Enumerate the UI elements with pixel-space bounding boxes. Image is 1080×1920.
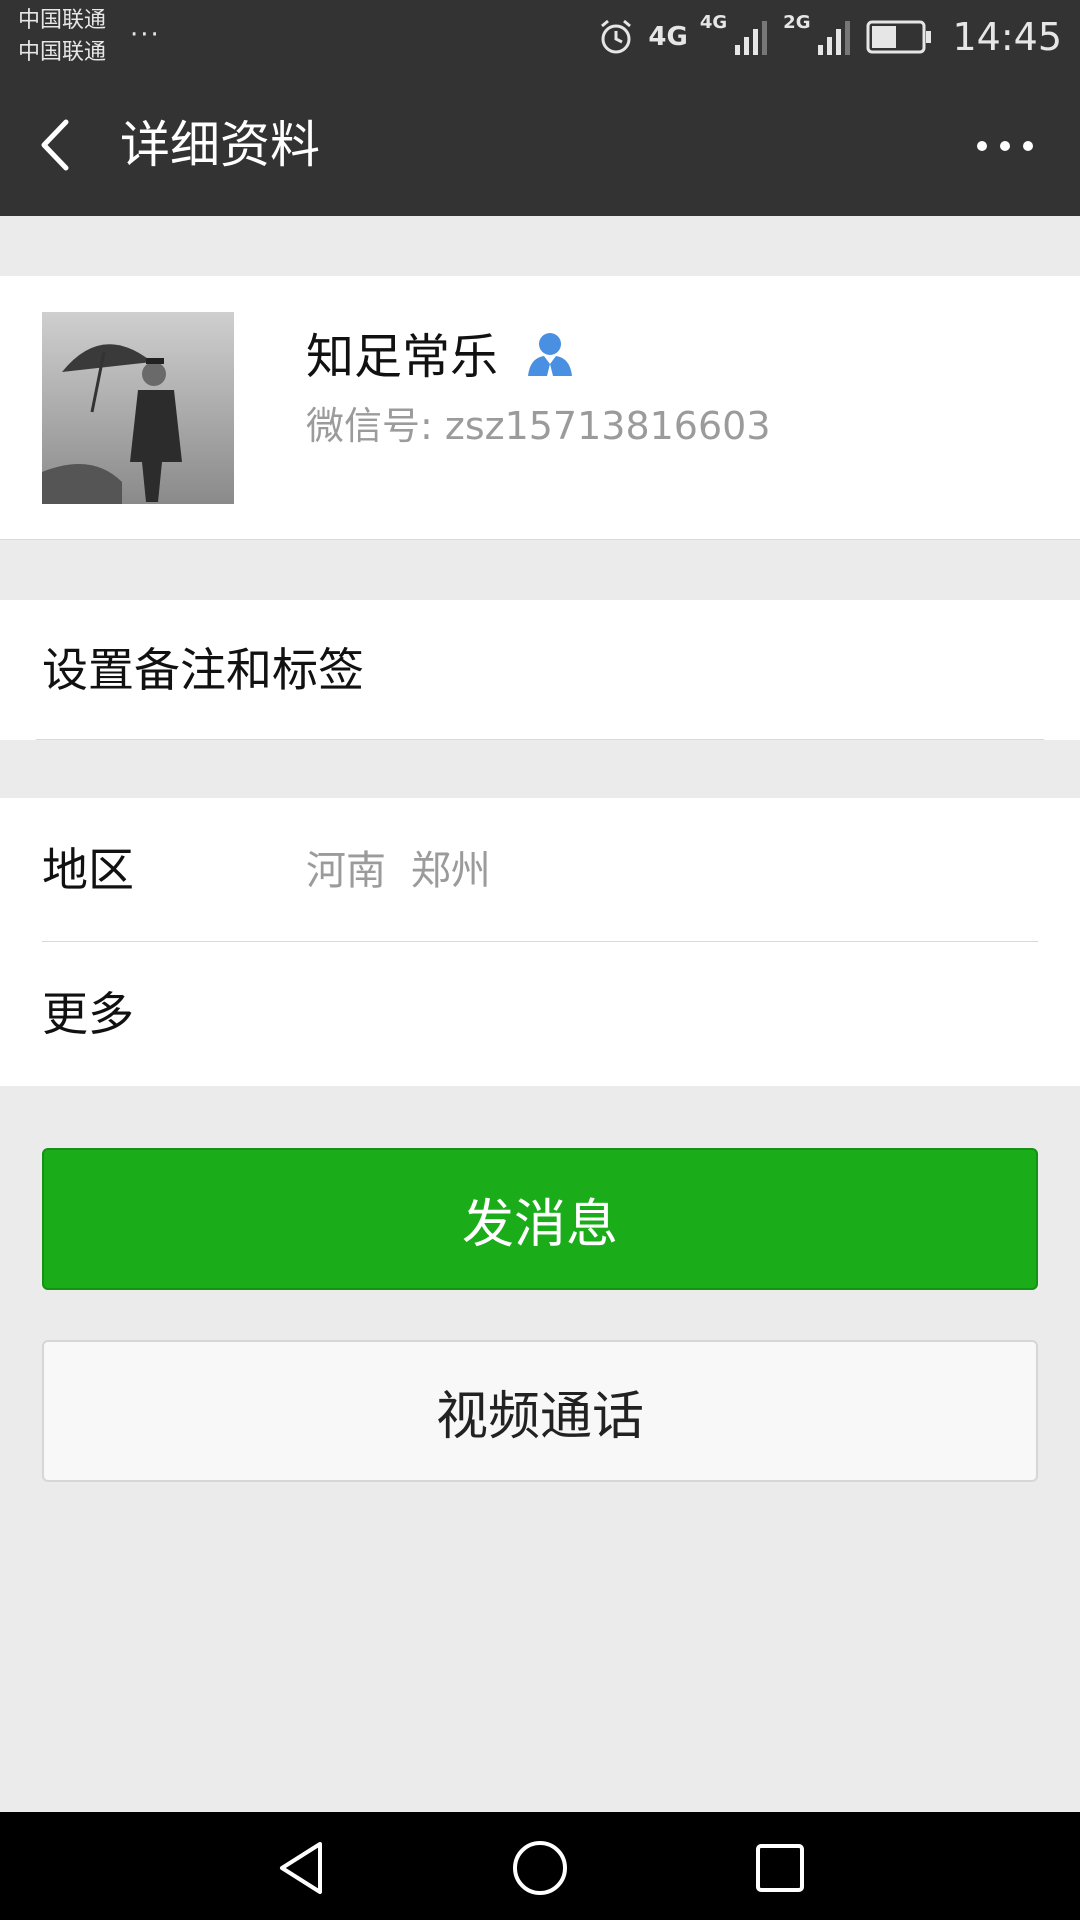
- avatar-photo: [42, 312, 234, 504]
- profile-card[interactable]: 知足常乐 微信号: zsz15713816603: [0, 276, 1080, 540]
- battery-icon: [866, 20, 932, 54]
- status-icons: 4G 4G 2G 14:45: [596, 0, 1062, 74]
- more-row[interactable]: 更多: [0, 942, 1080, 1085]
- status-more-indicator: ···: [130, 20, 161, 50]
- more-horizontal-icon[interactable]: [970, 118, 1040, 174]
- divider: [36, 739, 1044, 740]
- alarm-icon: [601, 19, 632, 54]
- divider: [0, 539, 1080, 540]
- send-message-button[interactable]: 发消息: [42, 1148, 1038, 1290]
- carrier-1: 中国联通: [18, 8, 107, 33]
- set-remark-row[interactable]: 设置备注和标签: [0, 600, 1080, 740]
- signal-icon: [735, 21, 768, 55]
- signal-icon-2: [818, 21, 851, 55]
- person-icon: [528, 333, 572, 376]
- set-remark-label: 设置备注和标签: [42, 643, 364, 697]
- info-section: 地区 河南 郑州 更多: [0, 798, 1080, 1086]
- region-label: 地区: [42, 843, 134, 897]
- network-2g-label: 2G: [783, 12, 811, 33]
- region-row: 地区 河南 郑州: [0, 798, 1080, 941]
- wechat-id: 微信号: zsz15713816603: [306, 404, 771, 448]
- page-title: 详细资料: [120, 116, 320, 174]
- carrier-2: 中国联通: [18, 40, 107, 65]
- region-value: 河南 郑州: [306, 848, 491, 894]
- system-navigation-bar: [0, 1812, 1080, 1920]
- video-call-button[interactable]: 视频通话: [42, 1340, 1038, 1482]
- status-bar: 中国联通 中国联通 ··· 4G 4G 2G 14:45: [0, 0, 1080, 74]
- back-triangle-icon[interactable]: [272, 1838, 332, 1898]
- nav-bar: 详细资料: [0, 74, 1080, 216]
- home-circle-icon[interactable]: [510, 1838, 570, 1898]
- status-time: 14:45: [952, 15, 1062, 59]
- more-label: 更多: [42, 987, 134, 1041]
- chevron-left-icon[interactable]: [28, 110, 88, 180]
- recent-square-icon[interactable]: [750, 1838, 810, 1898]
- network-4g-label: 4G: [648, 22, 688, 52]
- network-4g-label-2: 4G: [699, 12, 728, 33]
- profile-name: 知足常乐: [306, 329, 499, 385]
- avatar[interactable]: [42, 312, 234, 504]
